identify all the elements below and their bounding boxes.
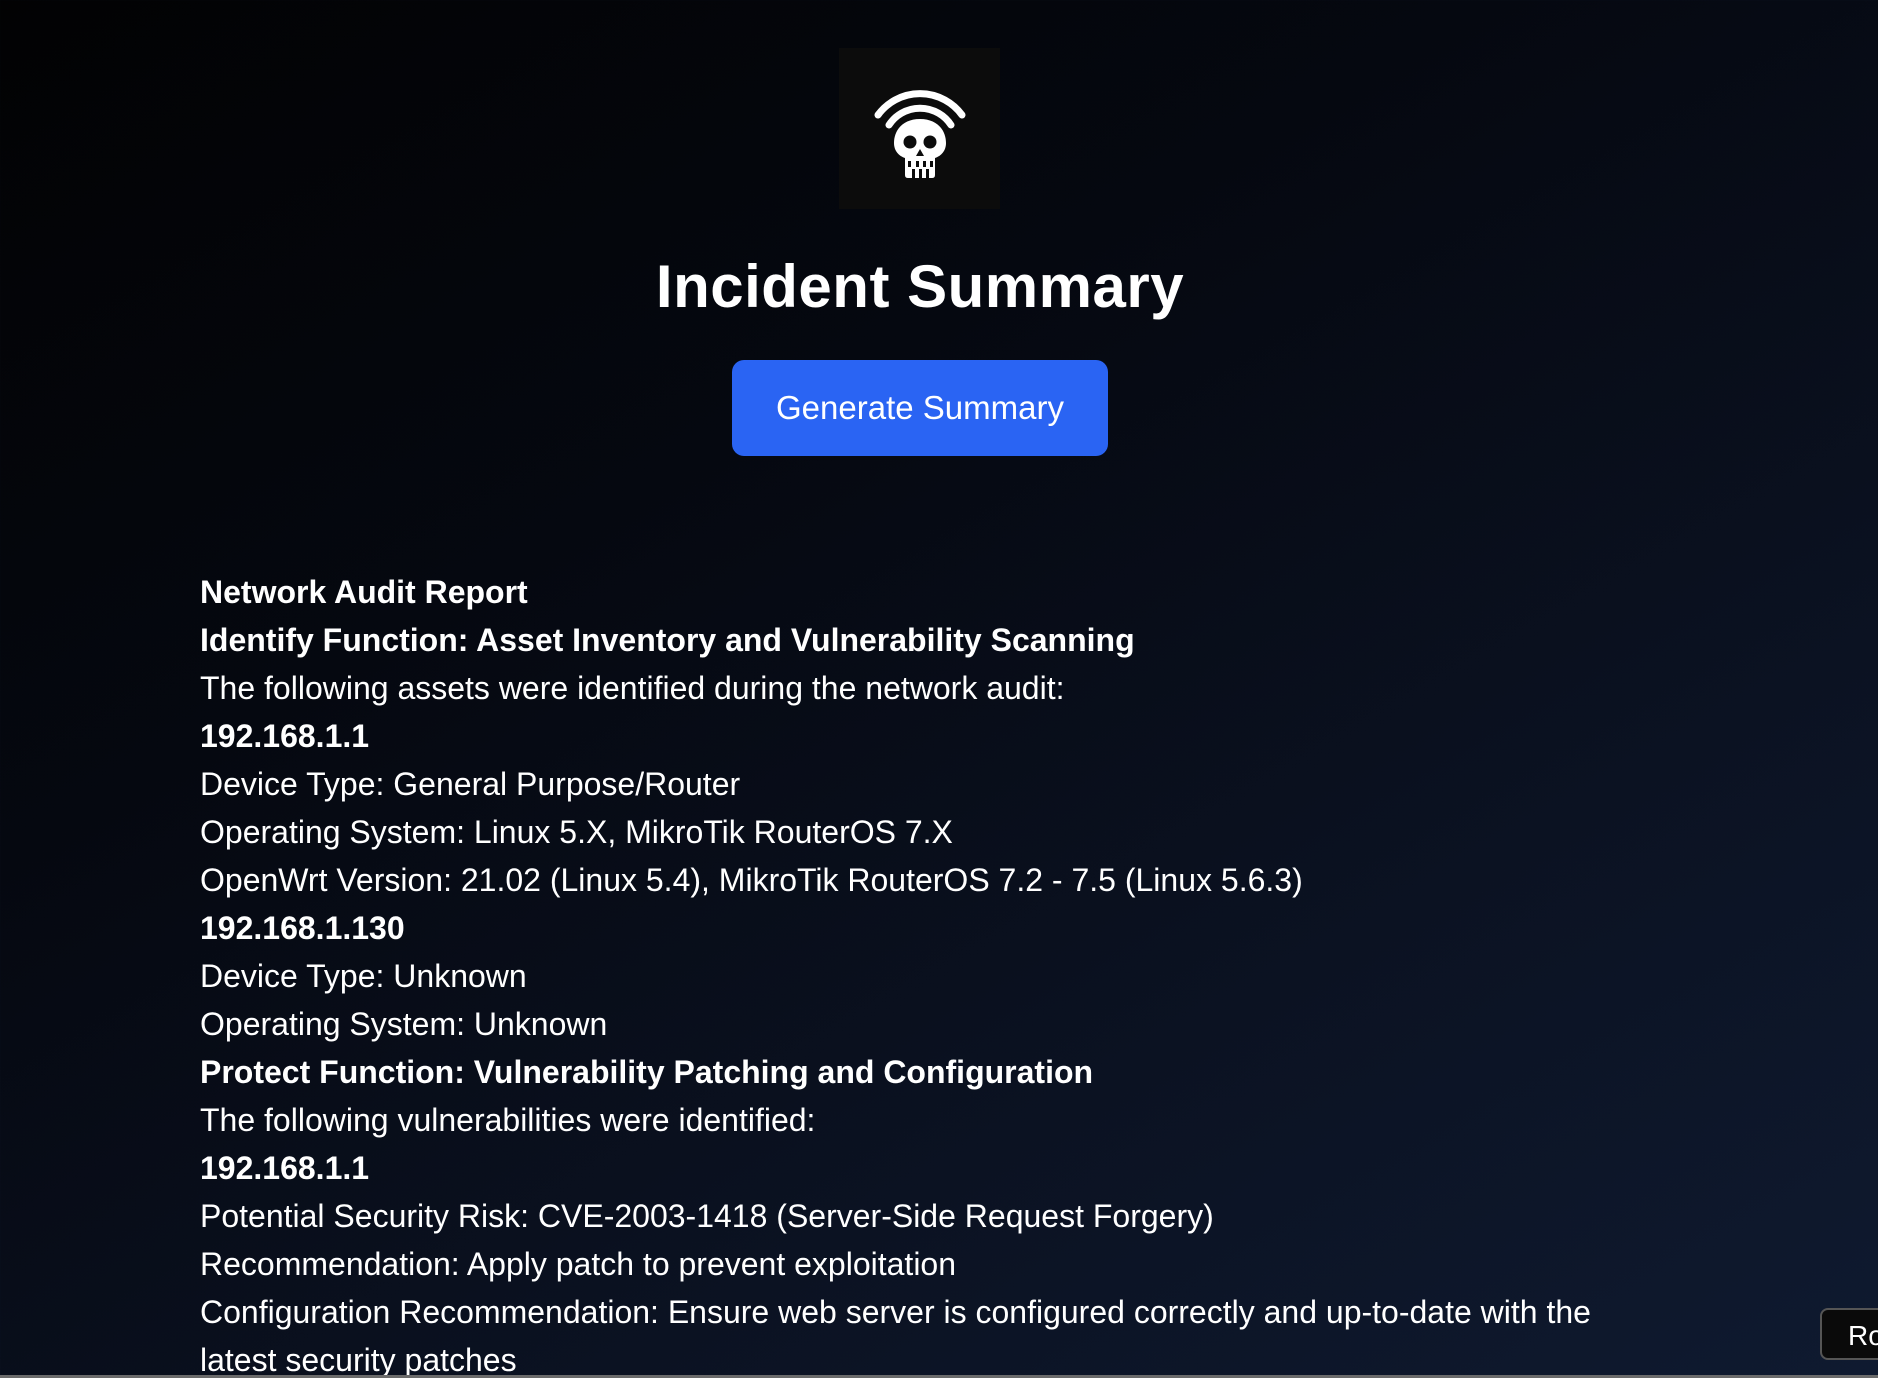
asset-os: Operating System: Linux 5.X, MikroTik Ro…	[200, 814, 953, 850]
vuln-risk: Potential Security Risk: CVE-2003-1418 (…	[200, 1198, 1214, 1234]
asset-os: Operating System: Unknown	[200, 1006, 608, 1042]
vuln-config-recommendation: Configuration Recommendation: Ensure web…	[200, 1294, 1591, 1378]
vuln-recommendation: Recommendation: Apply patch to prevent e…	[200, 1246, 957, 1282]
protect-intro: The following vulnerabilities were ident…	[200, 1102, 816, 1138]
wifi-skull-icon	[874, 89, 965, 178]
protect-heading: Protect Function: Vulnerability Patching…	[200, 1054, 1094, 1090]
asset-version: OpenWrt Version: 21.02 (Linux 5.4), Mikr…	[200, 862, 1303, 898]
asset-device-type: Device Type: General Purpose/Router	[200, 766, 741, 802]
corner-button[interactable]: Ro	[1820, 1308, 1878, 1360]
report-title: Network Audit Report	[200, 574, 528, 610]
generate-summary-button[interactable]: Generate Summary	[732, 360, 1108, 456]
report-content: Network Audit Report Identify Function: …	[200, 568, 1620, 1378]
asset-ip: 192.168.1.130	[200, 910, 405, 946]
identify-intro: The following assets were identified dur…	[200, 670, 1065, 706]
identify-heading: Identify Function: Asset Inventory and V…	[200, 622, 1135, 658]
vuln-ip: 192.168.1.1	[200, 1150, 370, 1186]
asset-ip: 192.168.1.1	[200, 718, 370, 754]
page-title: Incident Summary	[655, 253, 1185, 320]
asset-device-type: Device Type: Unknown	[200, 958, 527, 994]
logo	[839, 48, 1000, 209]
